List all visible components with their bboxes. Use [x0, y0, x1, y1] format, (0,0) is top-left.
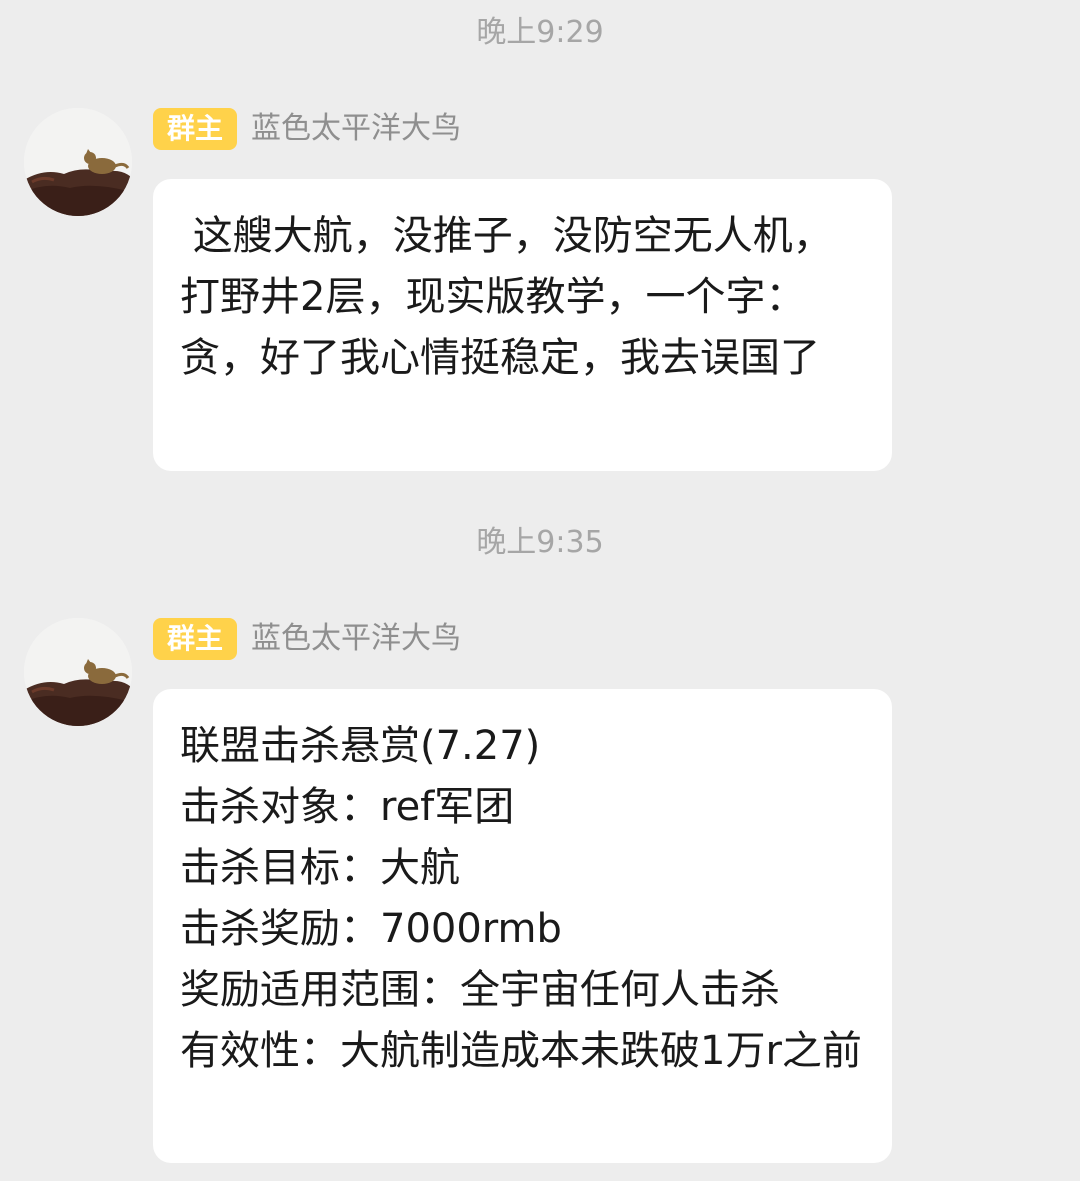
- message-bubble-1[interactable]: 这艘大航，没推子，没防空无人机，打野井2层，现实版教学，一个字：贪，好了我心情挺…: [153, 179, 892, 471]
- message-bubble-2[interactable]: 联盟击杀悬赏(7.27) 击杀对象：ref军团 击杀目标：大航 击杀奖励：700…: [153, 689, 892, 1163]
- cat-on-rock-avatar-icon: [24, 108, 132, 216]
- sender-name[interactable]: 蓝色太平洋大鸟: [251, 108, 461, 150]
- sender-avatar-1[interactable]: [24, 108, 132, 216]
- sender-name[interactable]: 蓝色太平洋大鸟: [251, 618, 461, 660]
- sender-row-1: 群主 蓝色太平洋大鸟: [153, 108, 461, 150]
- group-owner-badge: 群主: [153, 108, 238, 150]
- cat-on-rock-avatar-icon: [24, 618, 132, 726]
- timestamp-1: 晚上9:29: [476, 15, 604, 50]
- timestamp-2: 晚上9:35: [476, 525, 604, 560]
- sender-avatar-2[interactable]: [24, 618, 132, 726]
- sender-row-2: 群主 蓝色太平洋大鸟: [153, 618, 461, 660]
- group-owner-badge: 群主: [153, 618, 238, 660]
